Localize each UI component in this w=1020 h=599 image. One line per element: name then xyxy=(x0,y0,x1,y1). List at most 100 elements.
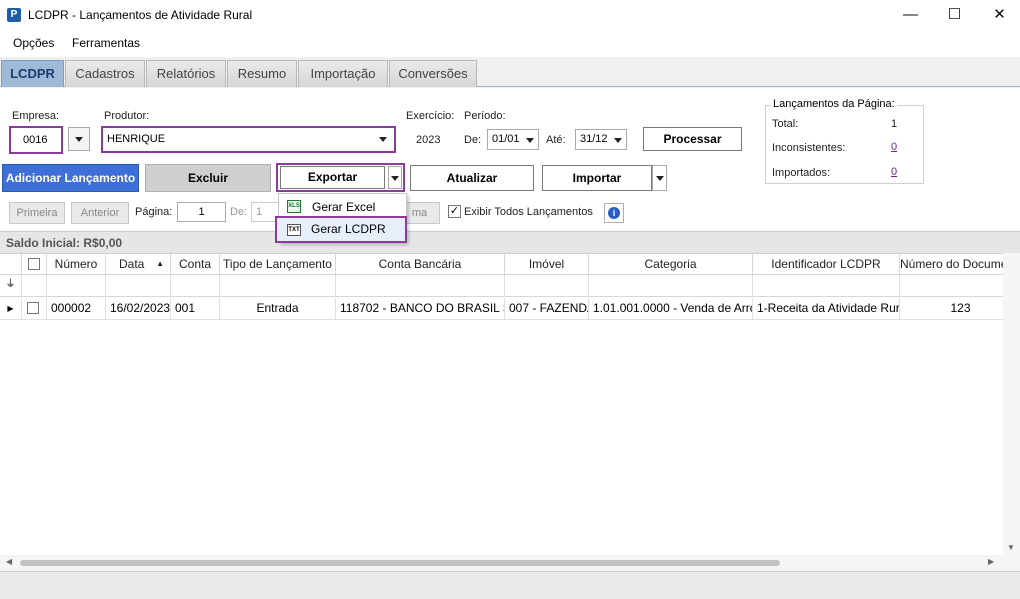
periodo-ate-dropdown-icon[interactable] xyxy=(611,131,625,148)
tab-cadastros[interactable]: Cadastros xyxy=(65,60,145,87)
filter-cell[interactable] xyxy=(505,275,589,297)
exercicio-value: 2023 xyxy=(416,134,441,146)
sort-ascending-icon: ▲ xyxy=(156,259,164,268)
pagina-label: Página: xyxy=(135,206,173,218)
row-indicator-header xyxy=(0,254,22,275)
table-cell-documento[interactable]: 123 xyxy=(900,298,1020,320)
col-imovel[interactable]: Imóvel xyxy=(505,254,589,275)
info-button[interactable]: i xyxy=(604,203,624,223)
inconsistentes-link[interactable]: 0 xyxy=(891,141,897,153)
periodo-label: Período: xyxy=(464,110,506,122)
col-numero-documento[interactable]: Número do Documento xyxy=(900,254,1020,275)
filter-cell[interactable] xyxy=(22,275,47,297)
ate-label: Até: xyxy=(546,134,566,146)
col-categoria[interactable]: Categoria xyxy=(589,254,753,275)
produtor-field[interactable]: HENRIQUE xyxy=(101,126,396,153)
summary-title: Lançamentos da Página: xyxy=(771,98,897,110)
table-cell-imovel[interactable]: 007 - FAZENDA xyxy=(505,298,589,320)
exportar-dropdown-icon[interactable] xyxy=(388,166,402,189)
adicionar-lancamento-button[interactable]: Adicionar Lançamento xyxy=(2,164,139,192)
table-cell-conta[interactable]: 001 xyxy=(171,298,220,320)
pagina-de-label: De: xyxy=(230,206,248,218)
tab-resumo[interactable]: Resumo xyxy=(227,60,297,87)
xls-icon: XLS xyxy=(287,200,301,213)
menu-item-gerar-lcdpr[interactable]: TXT Gerar LCDPR xyxy=(275,216,407,243)
empresa-field[interactable]: 0016 xyxy=(9,126,63,154)
atualizar-button[interactable]: Atualizar xyxy=(410,165,534,191)
info-icon: i xyxy=(608,207,620,219)
importar-button[interactable]: Importar xyxy=(542,165,652,191)
exibir-todos-label: Exibir Todos Lançamentos xyxy=(464,206,593,218)
filter-cell[interactable] xyxy=(171,275,220,297)
horizontal-scrollbar[interactable]: ◀ ▶ xyxy=(0,555,1020,571)
minimize-button[interactable]: — xyxy=(888,0,933,31)
periodo-de-dropdown-icon[interactable] xyxy=(523,131,537,148)
filter-cell[interactable] xyxy=(47,275,106,297)
importar-dropdown-icon[interactable] xyxy=(652,165,667,191)
table-cell-numero[interactable]: 000002 xyxy=(47,298,106,320)
table-cell-identificador[interactable]: 1-Receita da Atividade Rural xyxy=(753,298,900,320)
exportar-button[interactable]: Exportar xyxy=(280,166,385,189)
exibir-todos-checkbox[interactable]: ✓ xyxy=(448,205,461,218)
processar-button[interactable]: Processar xyxy=(643,127,742,151)
tab-relatorios[interactable]: Relatórios xyxy=(146,60,226,87)
app-icon: P xyxy=(7,8,21,22)
filter-cell[interactable] xyxy=(220,275,336,297)
row-checkbox[interactable] xyxy=(27,302,39,314)
filter-cell[interactable] xyxy=(336,275,505,297)
col-conta-bancaria[interactable]: Conta Bancária xyxy=(336,254,505,275)
menu-bar: Opções Ferramentas xyxy=(0,31,1020,57)
total-label: Total: xyxy=(772,118,799,130)
filter-cell[interactable] xyxy=(900,275,1020,297)
table-cell-tipo[interactable]: Entrada xyxy=(220,298,336,320)
primeira-button[interactable]: Primeira xyxy=(9,202,65,224)
col-identificador-lcdpr[interactable]: Identificador LCDPR xyxy=(753,254,900,275)
tab-conversoes[interactable]: Conversões xyxy=(389,60,477,87)
anterior-button[interactable]: Anterior xyxy=(71,202,129,224)
txt-icon: TXT xyxy=(287,224,301,236)
select-all-header xyxy=(22,254,47,275)
empresa-dropdown-button[interactable] xyxy=(68,127,90,151)
scroll-down-icon[interactable]: ▼ xyxy=(1007,543,1015,552)
pagina-field[interactable]: 1 xyxy=(177,202,226,222)
table-cell-data[interactable]: 16/02/2023 xyxy=(106,298,171,320)
importados-link[interactable]: 0 xyxy=(891,166,897,178)
tab-strip: LCDPR Cadastros Relatórios Resumo Import… xyxy=(0,57,1020,87)
menu-item-label: Gerar Excel xyxy=(312,200,376,214)
menu-opcoes[interactable]: Opções xyxy=(13,36,54,50)
empresa-label: Empresa: xyxy=(12,110,60,122)
tab-lcdpr[interactable]: LCDPR xyxy=(1,60,64,87)
tab-importacao[interactable]: Importação xyxy=(298,60,388,87)
select-all-checkbox[interactable] xyxy=(28,258,40,270)
col-data[interactable]: Data ▲ xyxy=(106,254,171,275)
vertical-scrollbar[interactable]: ▼ xyxy=(1003,253,1020,555)
filter-icon[interactable]: ⏚ xyxy=(0,275,22,297)
saldo-inicial: Saldo Inicial: R$0,00 xyxy=(6,236,123,250)
table-cell-categoria[interactable]: 1.01.001.0000 - Venda de Arroz xyxy=(589,298,753,320)
menu-item-label: Gerar LCDPR xyxy=(311,222,386,236)
excluir-button[interactable]: Excluir xyxy=(145,164,271,192)
filter-cell[interactable] xyxy=(106,275,171,297)
scroll-left-icon[interactable]: ◀ xyxy=(6,557,12,566)
menu-ferramentas[interactable]: Ferramentas xyxy=(72,36,140,50)
col-numero[interactable]: Número xyxy=(47,254,106,275)
status-bar xyxy=(0,571,1020,599)
de-label: De: xyxy=(464,134,482,146)
title-bar: P LCDPR - Lançamentos de Atividade Rural… xyxy=(0,0,1020,31)
total-value: 1 xyxy=(891,118,898,130)
filter-cell[interactable] xyxy=(753,275,900,297)
col-conta[interactable]: Conta xyxy=(171,254,220,275)
saldo-bar: Saldo Inicial: R$0,00 xyxy=(0,231,1020,253)
table-cell-conta-bancaria[interactable]: 118702 - BANCO DO BRASIL S.A. xyxy=(336,298,505,320)
exercicio-label: Exercício: xyxy=(406,110,455,122)
col-tipo-lancamento[interactable]: Tipo de Lançamento xyxy=(220,254,336,275)
filter-cell[interactable] xyxy=(589,275,753,297)
close-button[interactable]: ✕ xyxy=(977,0,1020,31)
scroll-right-icon[interactable]: ▶ xyxy=(988,557,994,566)
maximize-button[interactable]: ☐ xyxy=(932,0,977,31)
window-title: LCDPR - Lançamentos de Atividade Rural xyxy=(28,8,253,22)
scrollbar-thumb[interactable] xyxy=(20,560,780,566)
menu-item-gerar-excel[interactable]: XLS Gerar Excel xyxy=(279,196,406,218)
row-select-cell xyxy=(22,298,47,320)
produtor-dropdown-arrow-icon[interactable] xyxy=(375,130,390,148)
